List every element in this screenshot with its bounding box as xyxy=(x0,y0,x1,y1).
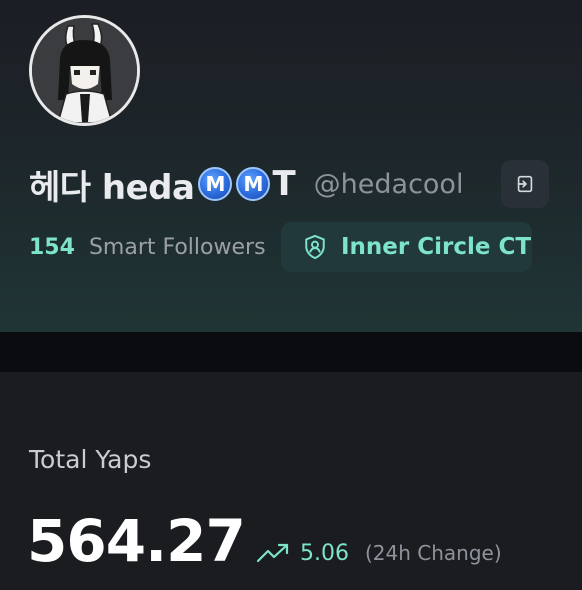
logout-icon xyxy=(517,175,533,193)
yaps-change-label: (24h Change) xyxy=(364,541,502,565)
smart-followers[interactable]: 154 Smart Followers xyxy=(29,224,266,270)
display-name: 헤다 heda xyxy=(29,167,195,208)
inner-circle-label: Inner Circle CT xyxy=(341,234,532,260)
total-yaps-section: Total Yaps 564.27 5.06 (24h Change) xyxy=(0,372,582,590)
smart-followers-count: 154 xyxy=(29,234,75,260)
user-handle: @hedacool xyxy=(313,168,464,200)
trending-up-icon xyxy=(256,543,289,563)
name-row: 헤다 heda M M T @hedacool xyxy=(29,160,463,208)
logout-button[interactable] xyxy=(501,160,549,208)
section-divider xyxy=(0,332,582,372)
avatar[interactable] xyxy=(29,15,140,126)
profile-card: 헤다 heda M M T @hedacool 154 Smart Follow… xyxy=(0,0,582,332)
m-badge-icon: M xyxy=(236,167,271,201)
total-yaps-value: 564.27 xyxy=(27,507,246,575)
display-name-suffix: T xyxy=(272,164,296,204)
shield-user-icon xyxy=(305,234,325,260)
avatar-image xyxy=(32,18,137,123)
yaps-change-value: 5.06 xyxy=(300,540,349,566)
total-yaps-title: Total Yaps xyxy=(29,445,152,474)
inner-circle-badge[interactable]: Inner Circle CT xyxy=(281,222,532,272)
smart-followers-label: Smart Followers xyxy=(88,234,266,260)
m-badge-icon: M xyxy=(198,167,233,201)
yaps-change: 5.06 (24h Change) xyxy=(256,536,502,570)
